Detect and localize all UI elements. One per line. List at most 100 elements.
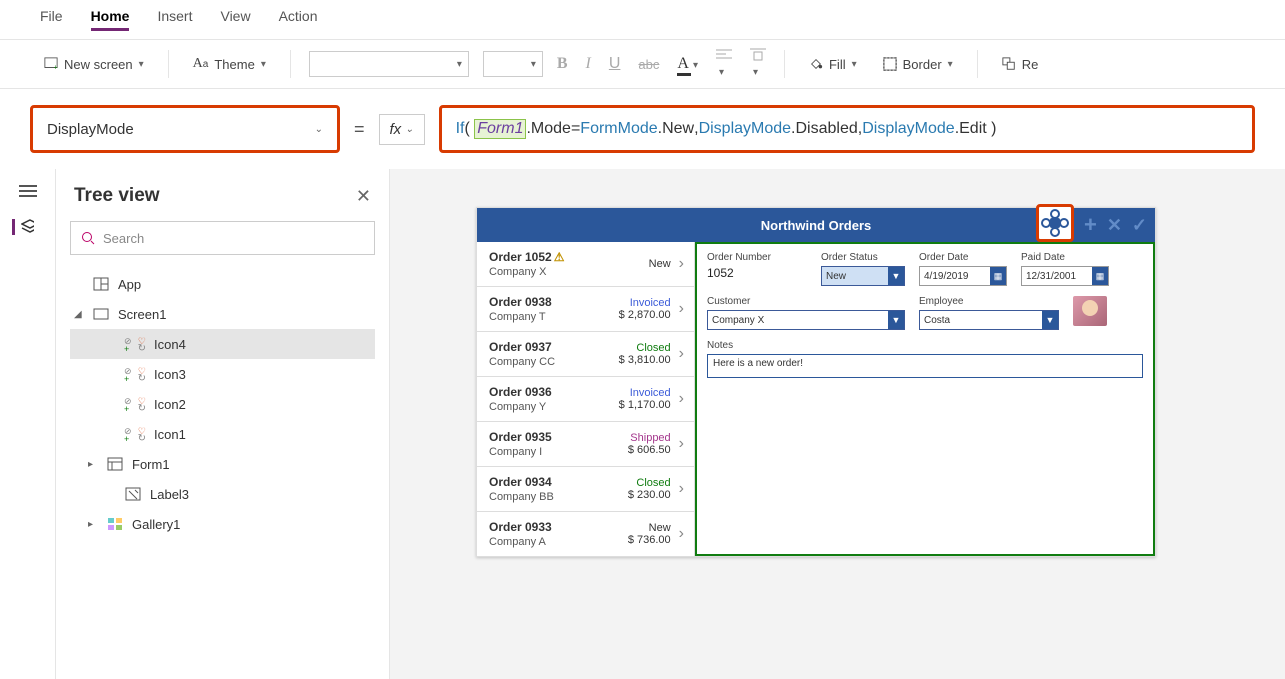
theme-label: Theme	[214, 57, 254, 72]
formula-token: .Edit	[955, 120, 987, 138]
order-status: Invoiced	[619, 297, 671, 309]
tree-node-icon4[interactable]: ⊘♡+↻ Icon4	[70, 329, 375, 359]
tree-node-icon1[interactable]: ⊘♡+↻ Icon1	[70, 419, 375, 449]
paid-date-value: 12/31/2001	[1026, 271, 1076, 282]
equals-label: =	[354, 119, 365, 140]
selected-add-icon[interactable]	[1036, 204, 1074, 242]
order-status: New	[649, 258, 671, 270]
order-company: Company I	[489, 446, 552, 458]
order-status-value: New	[826, 271, 846, 282]
fill-button[interactable]: Fill ▾	[803, 53, 863, 76]
order-status: New	[628, 522, 671, 534]
font-size-select[interactable]: ▾	[483, 51, 543, 77]
formula-token: =	[571, 120, 580, 138]
order-status-select[interactable]: New▼	[821, 266, 905, 286]
order-amount: $ 736.00	[628, 534, 671, 546]
tree-label: Screen1	[118, 307, 166, 322]
chevron-down-icon: ▾	[139, 59, 144, 70]
svg-text:+: +	[54, 64, 58, 71]
notes-input[interactable]: Here is a new order!	[707, 354, 1143, 378]
order-date-value: 4/19/2019	[924, 271, 969, 282]
order-num: Order 0937	[489, 340, 552, 354]
fx-button[interactable]: fx ⌄	[379, 114, 425, 145]
menu-action[interactable]: Action	[279, 8, 318, 31]
formula-bar: DisplayMode ⌄ = fx ⌄ If( Form1 .Mode = F…	[0, 89, 1285, 169]
order-num: Order 0934	[489, 475, 552, 489]
bold-button[interactable]: B	[557, 55, 568, 73]
tree-node-icon2[interactable]: ⊘♡+↻ Icon2	[70, 389, 375, 419]
tree-label: Icon2	[154, 397, 186, 412]
chevron-right-icon: ›	[679, 525, 684, 543]
order-date-input[interactable]: 4/19/2019▦	[919, 266, 1007, 286]
property-value: DisplayMode	[47, 121, 134, 138]
order-company: Company BB	[489, 491, 554, 503]
app-title: Northwind Orders	[761, 218, 872, 233]
formula-token: .New	[658, 120, 694, 138]
font-color-button[interactable]: A▾	[677, 55, 698, 73]
customer-select[interactable]: Company X▼	[707, 310, 905, 330]
order-num: Order 0935	[489, 430, 552, 444]
fx-label: fx	[390, 121, 402, 138]
order-number-value: 1052	[707, 266, 807, 280]
add-icon[interactable]: +	[1084, 212, 1097, 238]
order-num: Order 0936	[489, 385, 552, 399]
ribbon: + New screen ▾ Aa Theme ▾ ▾ ▾ B I U abc …	[0, 40, 1285, 89]
chevron-right-icon: ›	[679, 255, 684, 273]
underline-button[interactable]: U	[609, 55, 621, 73]
cancel-icon[interactable]: ✕	[1107, 215, 1122, 236]
vertical-align-button[interactable]: ▾	[750, 48, 766, 80]
chevron-right-icon: ›	[679, 300, 684, 318]
tree-label: Gallery1	[132, 517, 180, 532]
order-company: Company CC	[489, 356, 555, 368]
order-amount: $ 3,810.00	[619, 354, 671, 366]
tree-search-input[interactable]: Search	[70, 221, 375, 255]
formula-token: .Disabled	[791, 120, 858, 138]
order-row[interactable]: Order 0937Company CCClosed$ 3,810.00›	[477, 332, 694, 377]
close-icon[interactable]: ✕	[356, 186, 371, 207]
order-amount: $ 2,870.00	[619, 309, 671, 321]
tree-label: Label3	[150, 487, 189, 502]
order-row[interactable]: Order 0935Company IShipped$ 606.50›	[477, 422, 694, 467]
new-screen-button[interactable]: + New screen ▾	[38, 53, 150, 76]
tree-node-gallery1[interactable]: ▸ Gallery1	[70, 509, 375, 539]
tree-node-icon3[interactable]: ⊘♡+↻ Icon3	[70, 359, 375, 389]
canvas[interactable]: Northwind Orders + ✕ ✓ Order 1052⚠Compan…	[390, 169, 1285, 679]
tree-node-app[interactable]: App	[70, 269, 375, 299]
align-button[interactable]: ▾	[716, 48, 732, 80]
order-status: Invoiced	[619, 387, 671, 399]
menu-file[interactable]: File	[40, 8, 63, 31]
order-status-label: Order Status	[821, 252, 905, 263]
formula-token: FormMode	[580, 120, 657, 138]
reorder-button[interactable]: Re	[996, 53, 1045, 76]
formula-input[interactable]: If( Form1 .Mode = FormMode .New , Displa…	[439, 105, 1255, 153]
theme-button[interactable]: Aa Theme ▾	[187, 52, 272, 76]
italic-button[interactable]: I	[586, 55, 591, 73]
chevron-right-icon: ›	[679, 390, 684, 408]
order-row[interactable]: Order 0934Company BBClosed$ 230.00›	[477, 467, 694, 512]
paid-date-input[interactable]: 12/31/2001▦	[1021, 266, 1109, 286]
theme-icon: Aa	[193, 56, 209, 72]
property-select[interactable]: DisplayMode ⌄	[30, 105, 340, 153]
menu-bar: File Home Insert View Action	[0, 0, 1285, 40]
menu-home[interactable]: Home	[91, 8, 130, 31]
employee-select[interactable]: Costa▼	[919, 310, 1059, 330]
order-row[interactable]: Order 0936Company YInvoiced$ 1,170.00›	[477, 377, 694, 422]
tree-node-form1[interactable]: ▸ Form1	[70, 449, 375, 479]
notes-value: Here is a new order!	[713, 358, 803, 369]
hamburger-icon[interactable]	[17, 183, 39, 199]
order-row[interactable]: Order 0933Company ANew$ 736.00›	[477, 512, 694, 556]
order-row[interactable]: Order 0938Company TInvoiced$ 2,870.00›	[477, 287, 694, 332]
tree-node-screen[interactable]: ◢ Screen1	[70, 299, 375, 329]
border-button[interactable]: Border ▾	[877, 53, 959, 76]
order-gallery[interactable]: Order 1052⚠Company XNew›Order 0938Compan…	[477, 242, 695, 556]
menu-insert[interactable]: Insert	[157, 8, 192, 31]
tree-node-label3[interactable]: Label3	[70, 479, 375, 509]
strike-button[interactable]: abc	[638, 57, 659, 72]
order-row[interactable]: Order 1052⚠Company XNew›	[477, 242, 694, 287]
save-icon[interactable]: ✓	[1132, 215, 1147, 236]
customer-label: Customer	[707, 296, 905, 307]
search-icon	[81, 231, 95, 245]
font-family-select[interactable]: ▾	[309, 51, 469, 77]
layers-icon[interactable]	[12, 219, 34, 235]
menu-view[interactable]: View	[220, 8, 250, 31]
